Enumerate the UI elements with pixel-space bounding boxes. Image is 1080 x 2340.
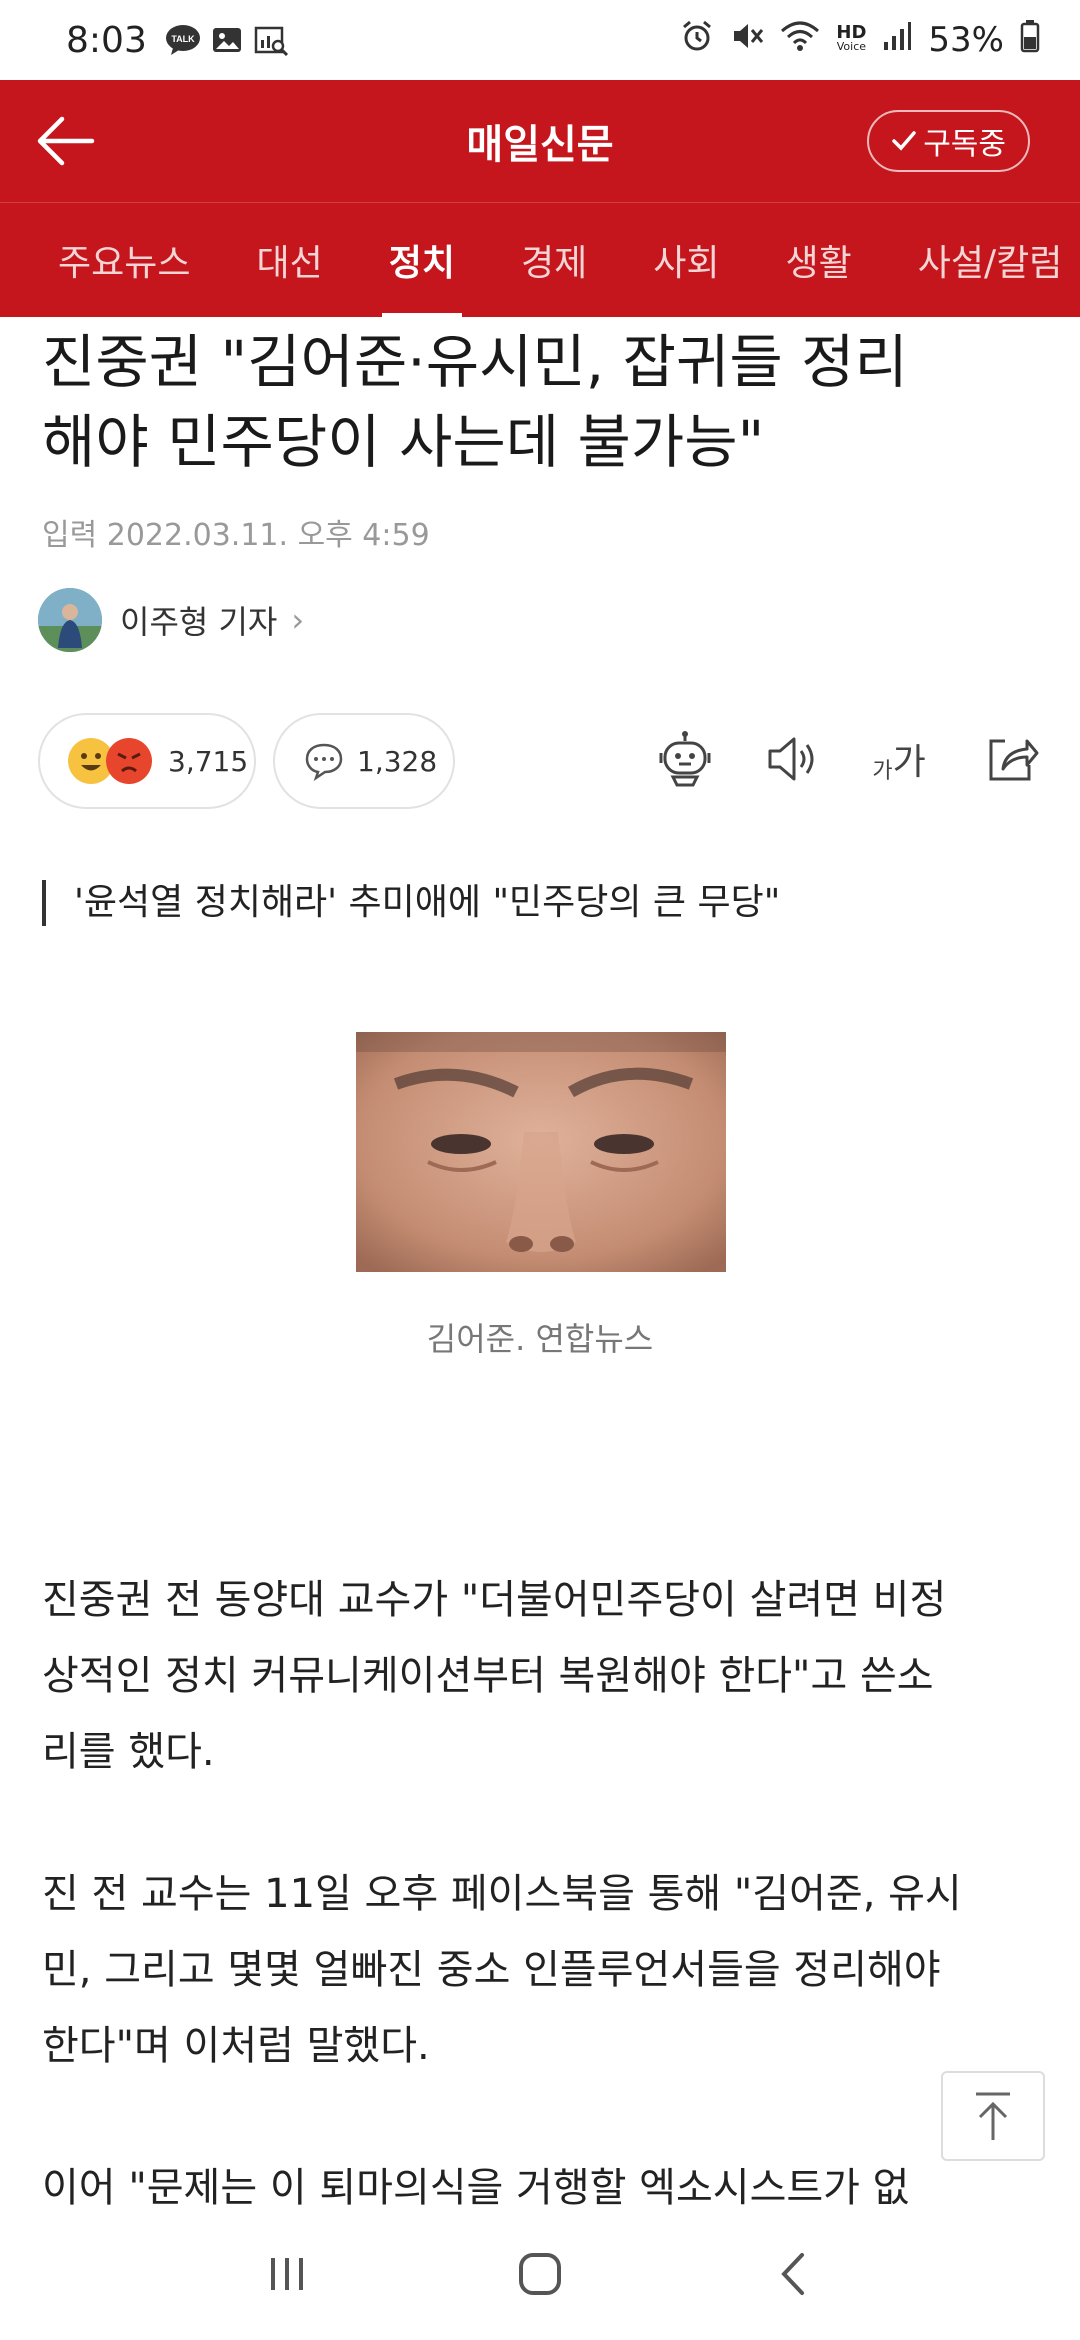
tab-editorial[interactable]: 사설/칼럼 bbox=[885, 203, 1080, 317]
system-nav-bar bbox=[0, 2208, 1080, 2340]
speaker-icon bbox=[768, 737, 814, 781]
scroll-to-top-button[interactable] bbox=[941, 2071, 1045, 2161]
comment-icon bbox=[305, 743, 343, 781]
comments-button[interactable]: 1,328 bbox=[273, 713, 455, 809]
paragraph-line: 이어 "문제는 이 퇴마의식을 거행할 엑소시스트가 없 bbox=[42, 2165, 910, 2211]
tab-main-news[interactable]: 주요뉴스 bbox=[0, 203, 223, 317]
article-photo[interactable] bbox=[356, 1032, 726, 1272]
paragraph-line: 진중권 전 동양대 교수가 "더불어민주당이 살려면 비정 bbox=[42, 1577, 947, 1623]
home-icon bbox=[518, 2253, 561, 2295]
arrow-up-icon bbox=[976, 2092, 1010, 2140]
analytics-notification-icon bbox=[253, 24, 289, 56]
back-button[interactable] bbox=[36, 114, 96, 168]
headline-line-1: 진중권 "김어준·유시민, 잡귀들 정리 bbox=[42, 328, 908, 396]
check-icon bbox=[892, 131, 916, 151]
wifi-icon bbox=[780, 19, 820, 62]
system-back-button[interactable] bbox=[753, 2234, 833, 2314]
battery-percent: 53% bbox=[928, 20, 1004, 60]
status-time: 8:03 bbox=[66, 19, 147, 61]
kakaotalk-notification-icon: TALK bbox=[165, 24, 201, 56]
photo-caption: 김어준. 연합뉴스 bbox=[426, 1320, 654, 1358]
paragraph-line: 상적인 정치 커뮤니케이션부터 복원해야 한다"고 쓴소 bbox=[42, 1653, 934, 1699]
recents-button[interactable] bbox=[247, 2234, 327, 2314]
arrow-left-icon bbox=[37, 116, 95, 166]
signal-icon bbox=[882, 20, 912, 61]
paragraph-line: 한다"며 이처럼 말했다. bbox=[42, 2023, 430, 2069]
status-bar: 8:03 TALK HD Voice 53% bbox=[0, 0, 1080, 80]
paragraph-line: 리를 했다. bbox=[42, 1729, 215, 1775]
article-paragraph: 이어 "문제는 이 퇴마의식을 거행할 엑소시스트가 없 bbox=[42, 2150, 1042, 2212]
tab-society[interactable]: 사회 bbox=[620, 203, 752, 317]
share-icon bbox=[989, 739, 1039, 781]
font-size-button[interactable]: 가 가 bbox=[864, 724, 934, 794]
tts-robot-button[interactable] bbox=[650, 724, 720, 794]
mute-icon bbox=[730, 19, 764, 62]
article-subheadline: '윤석열 정치해라' 추미애에 "민주당의 큰 무당" bbox=[42, 880, 780, 926]
angry-emoji-icon bbox=[106, 738, 152, 784]
font-size-icon: 가 가 bbox=[872, 742, 926, 784]
reactions-count: 3,715 bbox=[168, 744, 249, 778]
comments-count: 1,328 bbox=[357, 744, 438, 778]
recents-icon bbox=[270, 2258, 303, 2290]
tab-election[interactable]: 대선 bbox=[223, 203, 355, 317]
author-name: 이주형 기자 bbox=[120, 603, 278, 641]
reactions-button[interactable]: 3,715 bbox=[38, 713, 256, 809]
subscribe-button[interactable]: 구독중 bbox=[867, 110, 1030, 172]
home-button[interactable] bbox=[500, 2234, 580, 2314]
chevron-right-icon: › bbox=[291, 601, 305, 639]
alarm-icon bbox=[680, 19, 714, 62]
app-header: 매일신문 구독중 bbox=[0, 80, 1080, 202]
paragraph-line: 진 전 교수는 11일 오후 페이스북을 통해 "김어준, 유시 bbox=[42, 1871, 962, 1917]
article-dateline: 입력 2022.03.11. 오후 4:59 bbox=[42, 518, 430, 553]
robot-icon bbox=[659, 731, 711, 787]
headline-line-2: 해야 민주당이 사는데 불가능" bbox=[42, 408, 765, 476]
svg-text:TALK: TALK bbox=[171, 34, 195, 44]
category-tabs: 주요뉴스 대선 정치 경제 사회 생활 사설/칼럼 bbox=[0, 202, 1080, 317]
app-title: 매일신문 bbox=[466, 122, 614, 168]
article-headline: 진중권 "김어준·유시민, 잡귀들 정리 해야 민주당이 사는데 불가능" bbox=[42, 322, 1042, 482]
author-avatar bbox=[38, 588, 102, 652]
battery-icon bbox=[1020, 19, 1040, 62]
subscribe-label: 구독중 bbox=[923, 127, 1006, 162]
audio-button[interactable] bbox=[757, 724, 827, 794]
hd-voice-icon: HD Voice bbox=[836, 22, 867, 54]
article-paragraph: 진중권 전 동양대 교수가 "더불어민주당이 살려면 비정 상적인 정치 커뮤니… bbox=[42, 1562, 1042, 1790]
tab-politics[interactable]: 정치 bbox=[356, 203, 488, 317]
article-paragraph: 진 전 교수는 11일 오후 페이스북을 통해 "김어준, 유시 민, 그리고 … bbox=[42, 1856, 1042, 2084]
share-button[interactable] bbox=[976, 724, 1046, 794]
paragraph-line: 민, 그리고 몇몇 얼빠진 중소 인플루언서들을 정리해야 bbox=[42, 1947, 941, 1993]
author-link[interactable]: 이주형 기자 › bbox=[38, 588, 304, 652]
tab-life[interactable]: 생활 bbox=[752, 203, 884, 317]
tab-economy[interactable]: 경제 bbox=[488, 203, 620, 317]
gallery-notification-icon bbox=[211, 24, 243, 56]
chevron-left-icon bbox=[781, 2253, 805, 2295]
